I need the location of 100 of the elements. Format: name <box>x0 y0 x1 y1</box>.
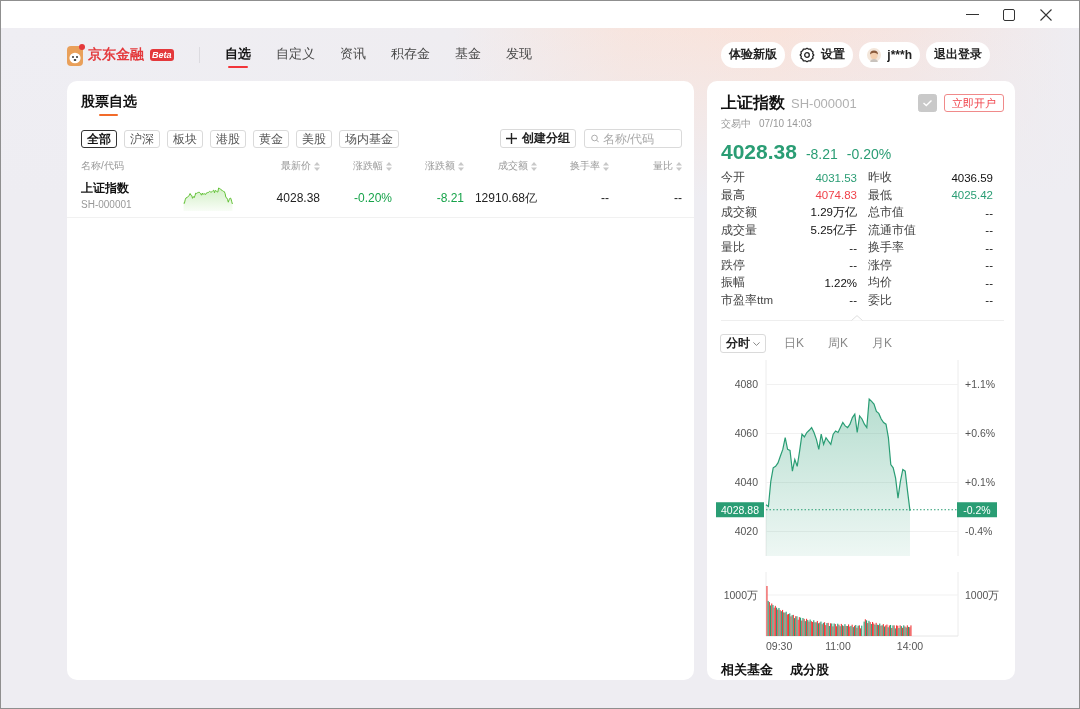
trading-status: 交易中 <box>721 117 751 131</box>
stat-label: 均价 <box>868 275 892 291</box>
section-tab[interactable]: 相关基金 <box>721 661 773 679</box>
create-group-button[interactable]: 创建分组 <box>500 129 576 148</box>
new-version-button[interactable]: 体验新版 <box>721 41 786 68</box>
stat-label: 最低 <box>868 187 892 203</box>
volume-axis-label: 1000万 <box>965 588 1000 601</box>
stat-value: -- <box>985 259 993 272</box>
stat-value: 1.29万亿 <box>810 205 857 221</box>
stat-label: 委比 <box>868 292 892 308</box>
volume-axis-label: 1000万 <box>723 588 758 601</box>
stat-value: -- <box>849 259 857 272</box>
stat-value: 4031.53 <box>815 171 857 184</box>
table-cell: -0.20% <box>353 191 392 205</box>
brand-name: 京东金融 <box>88 45 144 64</box>
filter-tab[interactable]: 全部 <box>81 129 117 148</box>
quote-time: 07/10 14:03 <box>759 117 812 131</box>
stat-value: 5.25亿手 <box>810 222 857 238</box>
chart-tab[interactable]: 月K <box>866 334 899 353</box>
sort-icon <box>531 161 537 171</box>
filter-tab[interactable]: 美股 <box>296 129 332 148</box>
stat-value: 4074.83 <box>815 189 857 202</box>
stat-label: 跌停 <box>721 257 745 273</box>
stat-label: 今开 <box>721 170 745 186</box>
stat-value: 4025.42 <box>951 189 993 202</box>
filter-tab[interactable]: 港股 <box>210 129 246 148</box>
stat-label: 市盈率ttm <box>721 292 773 308</box>
y-axis-label: 4040 <box>734 476 758 488</box>
stat-label: 涨停 <box>868 257 892 273</box>
dog-face-icon <box>67 43 85 66</box>
stock-name[interactable]: 上证指数 <box>81 180 129 196</box>
percent-tag: -0.2% <box>957 502 997 518</box>
search-icon <box>591 133 599 144</box>
filter-tab[interactable]: 沪深 <box>124 129 160 148</box>
percent-axis-label: +0.6% <box>965 427 996 439</box>
column-header: 名称/代码 <box>81 159 125 173</box>
y-axis-label: 4020 <box>734 525 758 537</box>
stat-value: 4036.59 <box>951 171 993 184</box>
plus-icon <box>506 133 517 144</box>
stat-label: 振幅 <box>721 275 745 291</box>
stat-label: 成交额 <box>721 205 757 221</box>
nav-tab[interactable]: 发现 <box>505 38 532 71</box>
filter-tab[interactable]: 黄金 <box>253 129 289 148</box>
search-field[interactable]: 名称/代码 <box>584 129 682 148</box>
chevron-up-icon[interactable] <box>851 315 863 321</box>
time-axis-label: 09:30 <box>766 640 793 652</box>
stat-value: -- <box>985 224 993 237</box>
open-account-button[interactable]: 立即开户 <box>944 94 1004 112</box>
settings-icon <box>799 46 816 63</box>
stat-label: 昨收 <box>868 170 892 186</box>
stat-value: -- <box>985 206 993 219</box>
chart-tab[interactable]: 日K <box>778 334 810 353</box>
logout-button[interactable]: 退出登录 <box>926 41 990 68</box>
sparkline-chart <box>183 185 233 211</box>
close-icon <box>1040 8 1052 21</box>
table-cell: 4028.38 <box>276 191 320 205</box>
beta-badge: Beta <box>150 48 174 61</box>
maximize-icon <box>1003 8 1015 21</box>
table-cell: -- <box>674 191 682 205</box>
price-tag: 4028.88 <box>716 502 764 518</box>
stat-label: 流通市值 <box>868 222 916 238</box>
stock-code: SH-000001 <box>81 198 132 212</box>
filter-tab[interactable]: 板块 <box>167 129 203 148</box>
watchlist-checkbox[interactable] <box>918 94 937 112</box>
nav-tab[interactable]: 自选 <box>224 38 251 71</box>
current-price: 4028.38 <box>721 139 797 165</box>
y-axis-label: 4060 <box>734 427 758 439</box>
table-cell: -- <box>601 191 609 205</box>
nav-tab[interactable]: 自定义 <box>275 38 315 71</box>
chart-tab[interactable]: 周K <box>822 334 855 353</box>
stat-value: -- <box>849 241 857 254</box>
user-account-button[interactable]: j***h <box>859 41 920 68</box>
avatar-icon <box>867 47 882 62</box>
sort-icon <box>676 161 682 171</box>
chart-tab[interactable]: 分时 <box>720 334 766 353</box>
stock-code: SH-000001 <box>791 95 857 111</box>
time-axis-label: 14:00 <box>896 640 924 652</box>
stat-label: 成交量 <box>721 222 757 238</box>
stat-value: -- <box>849 294 857 307</box>
table-cell: -8.21 <box>436 191 464 205</box>
percent-axis-label: +0.1% <box>965 476 996 488</box>
y-axis-label: 4080 <box>734 378 758 390</box>
caret-icon <box>753 341 760 346</box>
nav-tab[interactable]: 积存金 <box>390 38 430 71</box>
filter-tab[interactable]: 场内基金 <box>339 129 399 148</box>
stat-label: 换手率 <box>868 240 904 256</box>
stat-label: 量比 <box>721 240 745 256</box>
time-axis-label: 11:00 <box>825 640 851 652</box>
section-tab[interactable]: 成分股 <box>790 661 829 679</box>
sort-icon <box>386 161 392 171</box>
sort-icon <box>458 161 464 171</box>
panel-title: 股票自选 <box>81 91 137 117</box>
stat-label: 最高 <box>721 187 745 203</box>
percent-axis-label: -0.4% <box>965 525 993 537</box>
nav-tab[interactable]: 资讯 <box>339 38 366 71</box>
stat-label: 总市值 <box>868 205 904 221</box>
settings-button[interactable]: 设置 <box>791 41 854 68</box>
stat-value: -- <box>985 294 993 307</box>
nav-tab[interactable]: 基金 <box>454 38 481 71</box>
stat-value: -- <box>985 241 993 254</box>
